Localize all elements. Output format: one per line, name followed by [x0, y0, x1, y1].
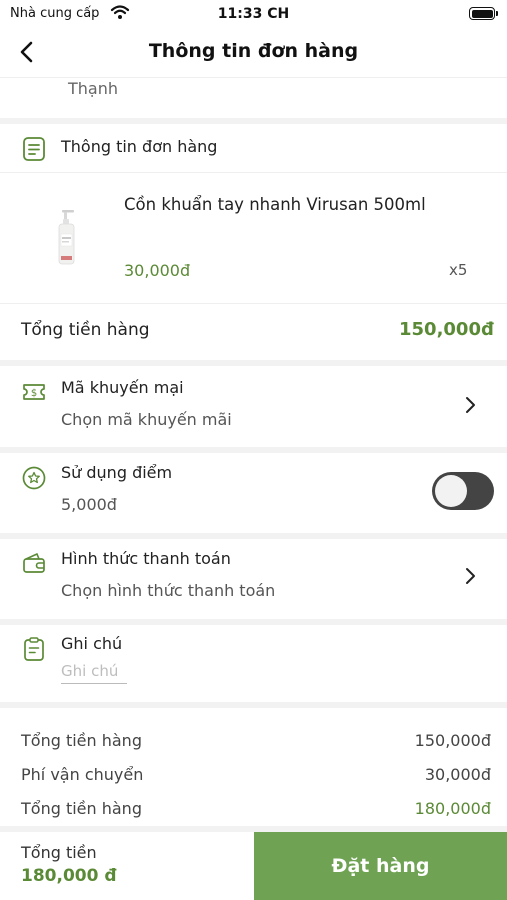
- order-list-icon: [23, 137, 45, 161]
- chevron-right-icon: [466, 568, 475, 584]
- page-title: Thông tin đơn hàng: [148, 40, 359, 62]
- status-time: 11:33 CH: [217, 6, 290, 22]
- payment-placeholder: Chọn hình thức thanh toán: [61, 581, 276, 600]
- status-bar: Nhà cung cấp 11:33 CH: [0, 0, 507, 30]
- voucher-icon: $: [23, 384, 45, 400]
- product-price: 30,000đ: [124, 261, 191, 280]
- place-order-button[interactable]: Đặt hàng: [254, 832, 507, 900]
- subtotal-value: 150,000đ: [399, 319, 494, 340]
- product-quantity: x5: [449, 261, 468, 279]
- note-title: Ghi chú: [61, 634, 123, 653]
- address-tail-text: Thạnh: [68, 79, 118, 98]
- svg-text:$: $: [31, 388, 37, 399]
- summary-subtotal-label: Tổng tiền hàng: [21, 731, 142, 750]
- summary-total-value: 180,000đ: [414, 799, 491, 818]
- subtotal-label: Tổng tiền hàng: [21, 320, 150, 340]
- clipboard-icon: [24, 637, 44, 661]
- points-toggle[interactable]: [432, 472, 494, 510]
- wallet-icon: [23, 553, 45, 573]
- points-value: 5,000đ: [61, 495, 117, 514]
- summary-subtotal-value: 150,000đ: [414, 731, 491, 750]
- summary-total-label: Tổng tiền hàng: [21, 799, 142, 818]
- promo-title: Mã khuyến mại: [61, 378, 184, 397]
- product-image: [58, 210, 75, 265]
- product-name: Cồn khuẩn tay nhanh Virusan 500ml: [124, 195, 426, 214]
- star-badge-icon: [22, 466, 46, 490]
- footer-total-value: 180,000 đ: [21, 866, 117, 886]
- nav-bar: Thông tin đơn hàng: [0, 30, 507, 74]
- summary-shipping-label: Phí vận chuyển: [21, 765, 144, 784]
- summary-shipping-value: 30,000đ: [424, 765, 491, 784]
- promo-placeholder: Chọn mã khuyến mãi: [61, 410, 232, 429]
- order-section-title: Thông tin đơn hàng: [61, 137, 218, 156]
- footer-total-label: Tổng tiền: [21, 843, 97, 862]
- payment-title: Hình thức thanh toán: [61, 549, 231, 568]
- points-title: Sử dụng điểm: [61, 463, 173, 482]
- note-input[interactable]: Ghi chú: [61, 662, 127, 684]
- battery-icon: [469, 7, 498, 20]
- chevron-right-icon: [466, 397, 475, 413]
